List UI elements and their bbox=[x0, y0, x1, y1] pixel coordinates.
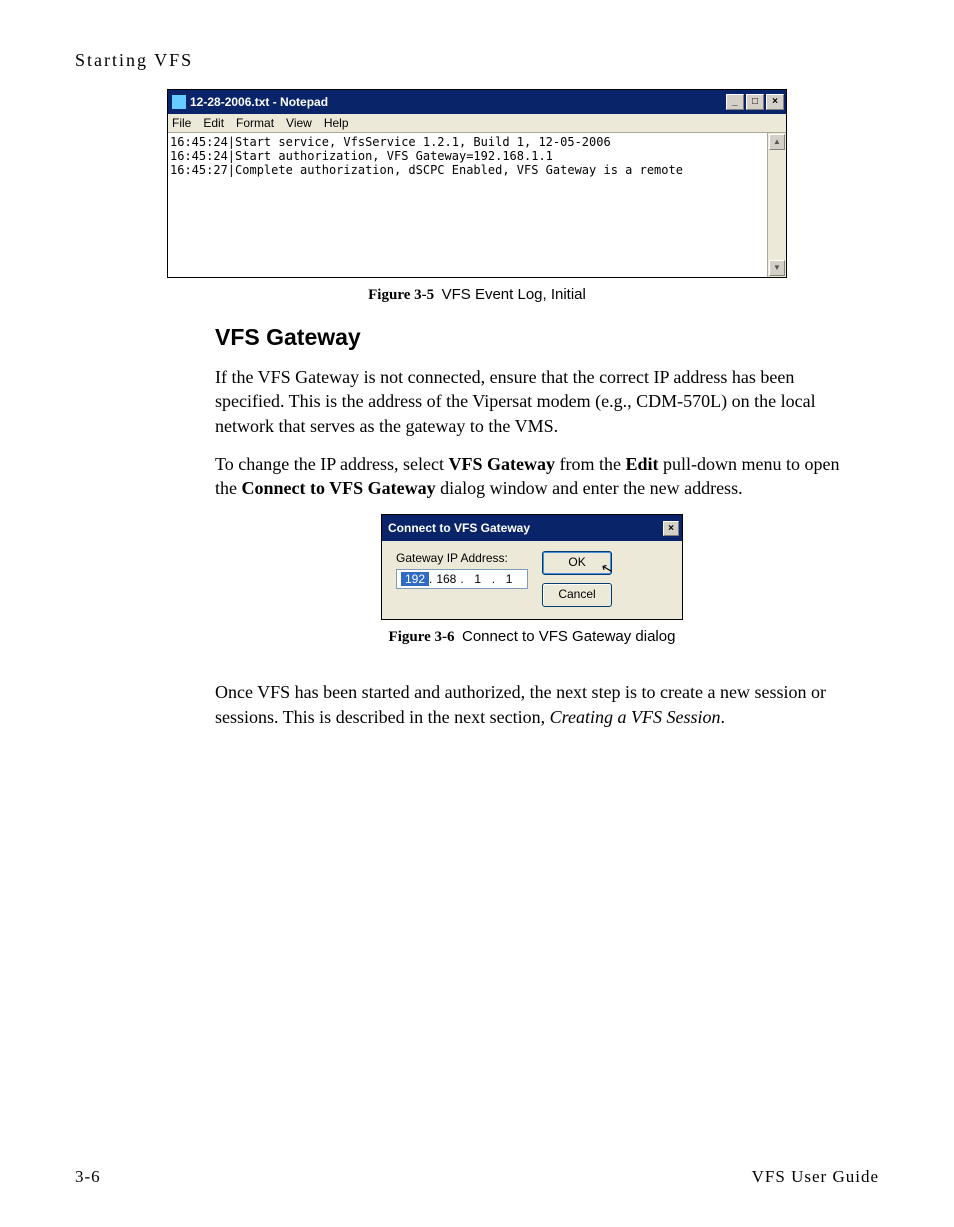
maximize-button[interactable]: □ bbox=[746, 94, 764, 110]
page-footer: 3-6 VFS User Guide bbox=[75, 1167, 879, 1187]
text-italic: Creating a VFS Session bbox=[550, 707, 721, 727]
menu-format[interactable]: Format bbox=[236, 116, 274, 130]
notepad-textarea[interactable]: 16:45:24|Start service, VfsService 1.2.1… bbox=[168, 133, 767, 277]
paragraph-2: To change the IP address, select VFS Gat… bbox=[215, 452, 849, 501]
paragraph-3: Once VFS has been started and authorized… bbox=[215, 680, 849, 729]
vertical-scrollbar[interactable]: ▲ ▼ bbox=[767, 133, 786, 277]
text-bold: VFS Gateway bbox=[449, 454, 556, 474]
section-heading: VFS Gateway bbox=[215, 324, 849, 351]
ok-label: OK bbox=[568, 555, 585, 569]
menu-file[interactable]: File bbox=[172, 116, 191, 130]
cursor-icon: ↖ bbox=[599, 557, 616, 579]
page-number: 3-6 bbox=[75, 1167, 101, 1187]
text-run: . bbox=[720, 707, 725, 727]
notepad-menubar: File Edit Format View Help bbox=[168, 114, 786, 133]
cancel-button[interactable]: Cancel bbox=[542, 583, 612, 607]
text-run: Once VFS has been started and authorized… bbox=[215, 682, 826, 726]
paragraph-1: If the VFS Gateway is not connected, ens… bbox=[215, 365, 849, 438]
connect-dialog: Connect to VFS Gateway × Gateway IP Addr… bbox=[381, 514, 683, 620]
menu-edit[interactable]: Edit bbox=[203, 116, 224, 130]
text-run: from the bbox=[555, 454, 625, 474]
notepad-titlebar: 12-28-2006.txt - Notepad _ □ × bbox=[168, 90, 786, 114]
dialog-close-button[interactable]: × bbox=[663, 521, 679, 536]
ip-octet-3[interactable]: 1 bbox=[464, 572, 492, 586]
running-head: Starting VFS bbox=[75, 50, 879, 71]
menu-help[interactable]: Help bbox=[324, 116, 349, 130]
notepad-window: 12-28-2006.txt - Notepad _ □ × File Edit… bbox=[167, 89, 787, 278]
scroll-down-icon[interactable]: ▼ bbox=[769, 260, 785, 276]
figure-caption-2: Figure 3-6 Connect to VFS Gateway dialog bbox=[215, 628, 849, 646]
text-run: dialog window and enter the new address. bbox=[436, 478, 743, 498]
ip-octet-4[interactable]: 1 bbox=[495, 572, 523, 586]
doc-title-footer: VFS User Guide bbox=[752, 1167, 879, 1187]
text-run: To change the IP address, select bbox=[215, 454, 449, 474]
notepad-title: 12-28-2006.txt - Notepad bbox=[190, 95, 328, 109]
menu-view[interactable]: View bbox=[286, 116, 312, 130]
log-line: 16:45:24|Start service, VfsService 1.2.1… bbox=[170, 135, 611, 149]
dialog-titlebar: Connect to VFS Gateway × bbox=[382, 515, 682, 541]
ip-octet-1[interactable]: 192 bbox=[401, 572, 429, 586]
figure-id: Figure 3-5 bbox=[368, 287, 434, 303]
text-bold: Edit bbox=[625, 454, 658, 474]
minimize-button[interactable]: _ bbox=[726, 94, 744, 110]
close-button[interactable]: × bbox=[766, 94, 784, 110]
text-bold: Connect to VFS Gateway bbox=[242, 478, 436, 498]
log-line: 16:45:24|Start authorization, VFS Gatewa… bbox=[170, 149, 553, 163]
figure-caption-1: Figure 3-5 VFS Event Log, Initial bbox=[167, 286, 787, 304]
figure-text: VFS Event Log, Initial bbox=[442, 286, 586, 303]
ip-address-field[interactable]: 192 . 168 . 1 . 1 bbox=[396, 569, 528, 589]
scroll-up-icon[interactable]: ▲ bbox=[769, 134, 785, 150]
notepad-icon bbox=[172, 95, 186, 109]
dialog-title: Connect to VFS Gateway bbox=[388, 521, 530, 535]
ok-button[interactable]: OK ↖ bbox=[542, 551, 612, 575]
ip-octet-2[interactable]: 168 bbox=[432, 572, 460, 586]
log-line: 16:45:27|Complete authorization, dSCPC E… bbox=[170, 163, 683, 177]
figure-id: Figure 3-6 bbox=[389, 629, 455, 645]
ip-address-label: Gateway IP Address: bbox=[396, 551, 528, 565]
figure-text: Connect to VFS Gateway dialog bbox=[462, 628, 675, 645]
